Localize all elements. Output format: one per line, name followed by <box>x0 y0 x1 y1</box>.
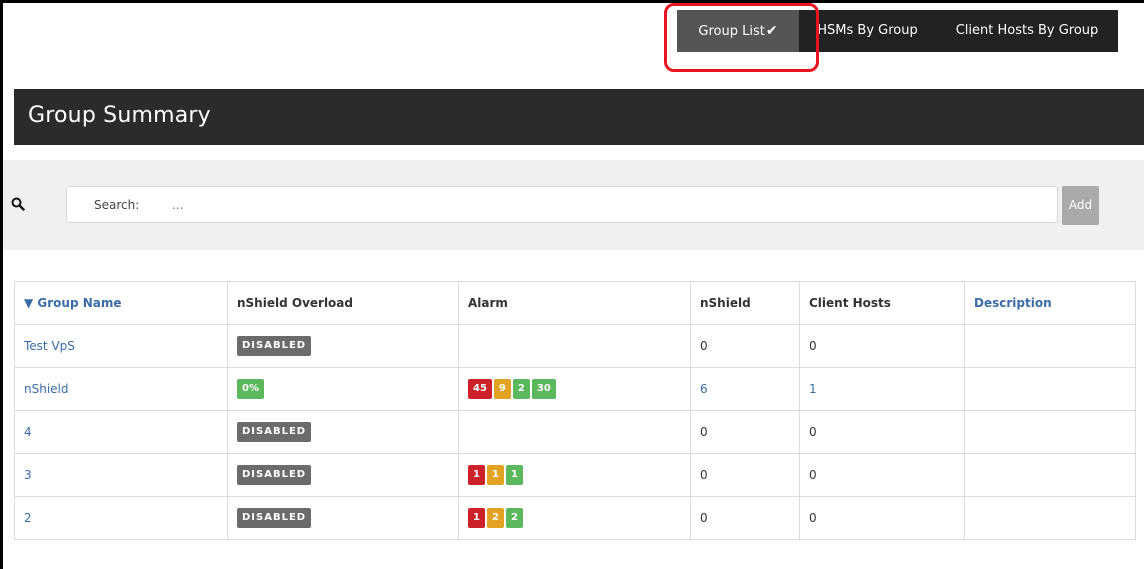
alarm-badge-green[interactable]: 2 <box>505 508 523 528</box>
search-field[interactable]: Search: <box>66 186 1058 223</box>
overload-badge: DISABLED <box>237 508 312 528</box>
group-name-link[interactable]: 4 <box>14 410 228 454</box>
alarm-badge-green[interactable]: 1 <box>505 465 523 485</box>
client-hosts-count[interactable]: 1 <box>799 367 965 411</box>
overload-cell: DISABLED <box>227 324 459 368</box>
overload-badge: 0% <box>237 379 264 399</box>
tab-group-list[interactable]: Group List✔ <box>677 10 799 52</box>
column-header-nshield-overload: nShield Overload <box>227 281 459 325</box>
table-row: 4 DISABLED 0 0 <box>14 410 1136 454</box>
overload-badge: DISABLED <box>237 336 312 356</box>
alarm-cell: 122 <box>458 496 691 540</box>
overload-cell: 0% <box>227 367 459 411</box>
alarm-cell <box>458 324 691 368</box>
table-row: 3 DISABLED 1 1 1 0 0 <box>14 453 1136 497</box>
description-cell <box>964 324 1136 368</box>
column-header-description[interactable]: Description <box>964 281 1136 325</box>
alarm-badge-orange[interactable]: 1 <box>486 465 504 485</box>
nshield-count: 0 <box>690 453 800 497</box>
search-icon <box>11 197 25 211</box>
tab-hsms-by-group[interactable]: HSMs By Group <box>799 10 936 52</box>
client-hosts-count: 0 <box>799 324 965 368</box>
page-title: Group Summary <box>28 103 211 128</box>
view-tabs: Group List✔ HSMs By Group Client Hosts B… <box>677 10 1118 52</box>
group-name-link[interactable]: Test VpS <box>14 324 228 368</box>
tab-hsms-by-group-label: HSMs By Group <box>817 23 918 38</box>
column-header-client-hosts: Client Hosts <box>799 281 965 325</box>
tab-client-hosts-by-group-label: Client Hosts By Group <box>955 23 1099 38</box>
table-header-row: ▼ Group Name nShield Overload Alarm nShi… <box>14 281 1136 325</box>
description-cell <box>964 453 1136 497</box>
alarm-badge-green[interactable]: 2 <box>512 379 530 399</box>
group-name-link[interactable]: 2 <box>14 496 228 540</box>
alarm-badge-orange[interactable]: 2 <box>486 508 504 528</box>
overload-cell: DISABLED <box>227 453 459 497</box>
client-hosts-count: 0 <box>799 496 965 540</box>
overload-cell: DISABLED <box>227 496 459 540</box>
client-hosts-count: 0 <box>799 453 965 497</box>
window-frame-left <box>0 0 3 569</box>
alarm-cell: 111 <box>458 453 691 497</box>
alarm-badge-red[interactable]: 1 <box>468 465 485 485</box>
alarm-badge-red[interactable]: 1 <box>468 508 485 528</box>
table-body: Test VpS DISABLED 0 0 nShield 0% 45 9 2 30 6 1 4 DISA… <box>14 324 1136 540</box>
column-header-alarm: Alarm <box>458 281 691 325</box>
page-header: Group Summary <box>14 89 1144 145</box>
alarm-badge-red[interactable]: 45 <box>468 379 492 399</box>
tab-group-list-label: Group List <box>698 24 765 39</box>
overload-cell: DISABLED <box>227 410 459 454</box>
nshield-count: 0 <box>690 496 800 540</box>
search-panel: Search: Add <box>3 160 1144 250</box>
nshield-count: 0 <box>690 410 800 454</box>
search-input[interactable] <box>172 193 1032 217</box>
checkmark-icon: ✔ <box>765 23 778 39</box>
search-label: Search: <box>94 198 140 212</box>
column-header-nshield: nShield <box>690 281 800 325</box>
group-table: ▼ Group Name nShield Overload Alarm nShi… <box>14 281 1136 540</box>
alarm-cell: 45 9 2 30 <box>458 367 691 411</box>
alarm-cell <box>458 410 691 454</box>
description-cell <box>964 496 1136 540</box>
alarm-badge-green[interactable]: 30 <box>531 379 556 399</box>
nshield-count: 0 <box>690 324 800 368</box>
alarm-badge-orange[interactable]: 9 <box>493 379 511 399</box>
description-cell <box>964 410 1136 454</box>
table-row: nShield 0% 45 9 2 30 6 1 <box>14 367 1136 411</box>
column-header-group-name[interactable]: ▼ Group Name <box>14 281 228 325</box>
client-hosts-count: 0 <box>799 410 965 454</box>
tab-client-hosts-by-group[interactable]: Client Hosts By Group <box>936 10 1118 52</box>
nshield-count[interactable]: 6 <box>690 367 800 411</box>
overload-badge: DISABLED <box>237 465 312 485</box>
table-row: 2 DISABLED 1 2 2 0 0 <box>14 496 1136 540</box>
add-button[interactable]: Add <box>1062 186 1099 225</box>
description-cell <box>964 367 1136 411</box>
group-name-link[interactable]: nShield <box>14 367 228 411</box>
table-row: Test VpS DISABLED 0 0 <box>14 324 1136 368</box>
group-name-link[interactable]: 3 <box>14 453 228 497</box>
overload-badge: DISABLED <box>237 422 312 442</box>
window-frame-top <box>0 0 1144 3</box>
